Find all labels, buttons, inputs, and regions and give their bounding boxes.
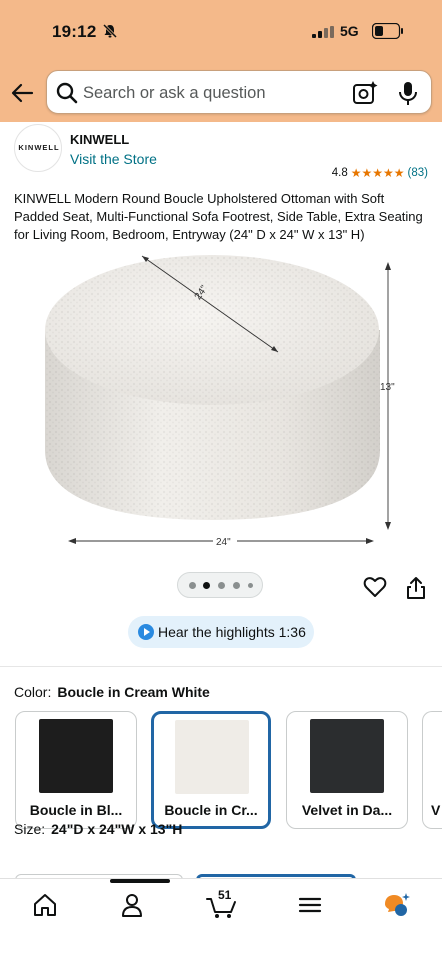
swatch-image	[310, 719, 384, 793]
bottom-nav: 51	[0, 878, 442, 960]
image-carousel-dots[interactable]	[177, 572, 263, 598]
heart-icon[interactable]	[363, 576, 387, 598]
dimension-height-label: 13"	[380, 382, 395, 393]
color-option-boucle-cream[interactable]: Boucle in Cr...	[151, 711, 271, 829]
carousel-dot[interactable]	[248, 583, 253, 588]
top-header: 19:12 5G	[0, 0, 442, 122]
microphone-icon[interactable]	[397, 80, 419, 106]
rating-summary[interactable]: 4.8 ★★★★★ (83)	[332, 166, 428, 180]
search-bar[interactable]	[46, 70, 432, 114]
swatch-label: Velvet in Da...	[301, 802, 393, 818]
selected-color-value: Boucle in Cream White	[57, 684, 210, 700]
swatch-image	[175, 720, 249, 794]
swatch-label: Boucle in Bl...	[29, 802, 123, 818]
audio-play-icon	[138, 624, 154, 640]
rating-count[interactable]: (83)	[408, 167, 428, 179]
color-option-velvet-dark[interactable]: Velvet in Da...	[286, 711, 408, 829]
swatch-label: V	[431, 802, 441, 818]
menu-icon[interactable]	[296, 891, 324, 919]
drag-handle[interactable]	[110, 879, 170, 883]
size-label: Size:	[14, 821, 46, 837]
size-label-row: Size: 24"D x 24"W x 13"H	[14, 821, 182, 837]
carousel-dot[interactable]	[233, 582, 240, 589]
swatch-label: Boucle in Cr...	[164, 802, 258, 818]
section-divider	[0, 666, 442, 667]
highlights-label: Hear the highlights 1:36	[158, 624, 306, 640]
carousel-dot[interactable]	[218, 582, 225, 589]
back-arrow-icon[interactable]	[10, 80, 36, 106]
rating-score: 4.8	[331, 167, 348, 179]
swatch-image	[39, 719, 113, 793]
battery-icon	[372, 23, 403, 39]
star-rating-icon: ★★★★★	[350, 166, 405, 180]
search-icon	[56, 82, 78, 104]
color-option-boucle-black[interactable]: Boucle in Bl...	[15, 711, 137, 829]
cart-count: 51	[218, 888, 232, 902]
status-time: 19:12	[52, 22, 97, 41]
carousel-dot-active[interactable]	[203, 582, 210, 589]
network-type: 5G	[340, 23, 359, 39]
store-logo[interactable]: KINWELL	[14, 124, 62, 172]
store-logo-text: KINWELL	[18, 143, 60, 152]
brand-name: KINWELL	[70, 132, 130, 147]
color-label-row: Color: Boucle in Cream White	[14, 684, 210, 700]
account-icon[interactable]	[118, 891, 146, 919]
dimension-width-label: 24"	[216, 537, 231, 548]
color-label: Color:	[14, 684, 52, 700]
signal-icon	[312, 26, 334, 38]
status-bar: 19:12 5G	[0, 0, 442, 64]
product-title: KINWELL Modern Round Boucle Upholstered …	[14, 191, 423, 242]
carousel-dot[interactable]	[189, 582, 196, 589]
home-icon[interactable]	[31, 891, 59, 919]
selected-size-value: 24"D x 24"W x 13"H	[51, 821, 183, 837]
visit-store-link[interactable]: Visit the Store	[70, 151, 157, 167]
share-icon[interactable]	[405, 576, 427, 600]
camera-search-icon[interactable]	[352, 80, 378, 106]
hear-highlights-button[interactable]: Hear the highlights 1:36	[128, 616, 314, 648]
search-input[interactable]	[83, 77, 343, 109]
bell-muted-icon	[102, 23, 118, 39]
product-image[interactable]: 24" 13" 24"	[30, 250, 420, 550]
color-option-partial[interactable]: V	[422, 711, 442, 829]
rufus-ai-icon[interactable]	[382, 891, 410, 919]
